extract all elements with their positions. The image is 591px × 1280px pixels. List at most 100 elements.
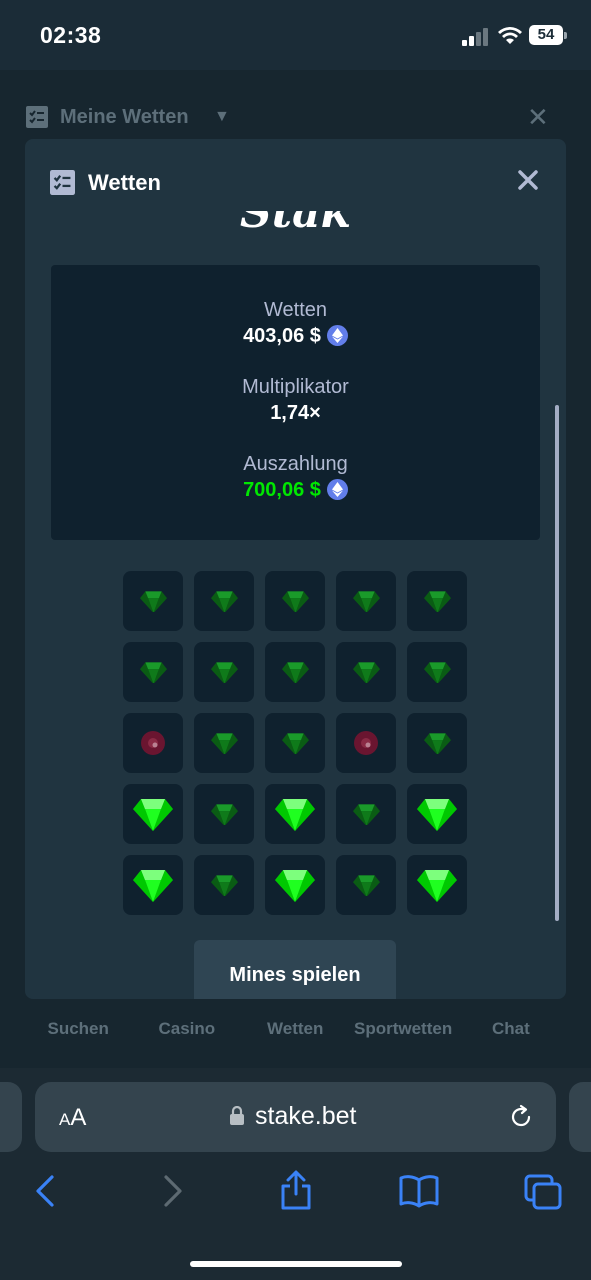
gem-tile-revealed	[265, 855, 325, 915]
gem-icon	[210, 661, 238, 684]
gem-icon	[281, 590, 309, 613]
bet-amount-label: Wetten	[264, 299, 327, 321]
multiplier-label: Multiplikator	[242, 376, 349, 398]
nav-item-wetten[interactable]: Wetten	[267, 1019, 323, 1039]
payout-row: 700,06 $	[51, 479, 540, 502]
nav-item-chat[interactable]: Chat	[492, 1019, 530, 1039]
nav-item-suchen[interactable]: Suchen	[48, 1019, 109, 1039]
gem-icon	[423, 661, 451, 684]
forward-icon[interactable]	[162, 1174, 184, 1208]
reader-settings-button[interactable]: AA	[59, 1104, 86, 1132]
payout-label: Auszahlung	[243, 453, 348, 475]
wifi-icon	[498, 27, 522, 44]
gem-icon	[352, 590, 380, 613]
tabs-icon[interactable]	[524, 1174, 562, 1210]
previous-tab-peek[interactable]	[0, 1082, 22, 1152]
gem-icon	[139, 590, 167, 613]
mine-tile	[336, 713, 396, 773]
gem-tile-revealed	[265, 784, 325, 844]
gem-tile	[265, 571, 325, 631]
gem-icon	[210, 732, 238, 755]
gem-tile	[407, 713, 467, 773]
nav-item-casino[interactable]: Casino	[159, 1019, 216, 1039]
bets-list-icon	[26, 106, 48, 128]
chevron-down-icon[interactable]: ▼	[214, 108, 230, 126]
back-icon[interactable]	[34, 1174, 56, 1208]
gem-icon	[417, 870, 457, 902]
nav-item-sportwetten[interactable]: Sportwetten	[354, 1019, 452, 1039]
bet-summary-panel: Wetten 403,06 $ Multiplikator 1,74× Ausz…	[51, 265, 540, 540]
gem-icon	[133, 870, 173, 902]
gem-icon	[139, 661, 167, 684]
gem-tile	[336, 571, 396, 631]
gem-icon	[210, 874, 238, 897]
gem-icon	[352, 874, 380, 897]
close-icon[interactable]	[516, 168, 540, 192]
gem-icon	[423, 590, 451, 613]
gem-icon	[423, 732, 451, 755]
bet-amount-row: 403,06 $	[51, 325, 540, 348]
gem-tile	[123, 571, 183, 631]
gem-tile	[194, 713, 254, 773]
cellular-signal-icon	[462, 28, 492, 46]
my-bets-title: Meine Wetten	[60, 106, 189, 128]
gem-icon	[417, 799, 457, 831]
bet-details-modal: Wetten Stake Wetten 403,06 $ Multiplikat…	[25, 139, 566, 999]
gem-icon	[210, 803, 238, 826]
mines-grid	[123, 571, 468, 916]
gem-icon	[352, 803, 380, 826]
my-bets-header: Meine Wetten ▼ ✕	[0, 96, 591, 140]
battery-level: 54	[529, 25, 563, 45]
ethereum-icon	[326, 325, 348, 346]
modal-title: Wetten	[88, 170, 161, 195]
gem-tile	[336, 855, 396, 915]
gem-tile	[265, 713, 325, 773]
gem-tile	[265, 642, 325, 702]
gem-tile	[194, 855, 254, 915]
battery-icon: 54	[529, 25, 567, 45]
mine-icon	[141, 731, 165, 755]
gem-tile-revealed	[407, 784, 467, 844]
next-tab-peek[interactable]	[569, 1082, 591, 1152]
mine-tile	[123, 713, 183, 773]
gem-icon	[275, 799, 315, 831]
gem-tile	[194, 784, 254, 844]
gem-tile-revealed	[123, 784, 183, 844]
payout-value: 700,06 $	[243, 479, 321, 501]
gem-tile	[336, 642, 396, 702]
scrollbar[interactable]	[555, 405, 559, 921]
url-text: stake.bet	[255, 1102, 357, 1130]
close-icon[interactable]: ✕	[527, 102, 549, 133]
gem-tile	[407, 571, 467, 631]
stake-logo: Stake	[240, 211, 350, 238]
browser-toolbar: AA stake.bet	[0, 1068, 591, 1280]
share-icon[interactable]	[279, 1170, 313, 1210]
mine-icon	[354, 731, 378, 755]
gem-icon	[133, 799, 173, 831]
gem-icon	[275, 870, 315, 902]
status-bar: 02:38 54	[0, 0, 591, 70]
play-mines-button[interactable]: Mines spielen	[194, 940, 396, 999]
lock-icon	[230, 1106, 244, 1125]
gem-tile	[123, 642, 183, 702]
gem-icon	[210, 590, 238, 613]
status-time: 02:38	[40, 22, 102, 48]
gem-icon	[281, 732, 309, 755]
site-bottom-nav: Suchen Casino Wetten Sportwetten Chat	[0, 999, 591, 1069]
gem-icon	[352, 661, 380, 684]
ethereum-icon	[326, 479, 348, 500]
address-bar[interactable]: AA stake.bet	[35, 1082, 556, 1152]
gem-tile-revealed	[123, 855, 183, 915]
reload-icon[interactable]	[508, 1104, 534, 1130]
gem-tile-revealed	[407, 855, 467, 915]
gem-tile	[407, 642, 467, 702]
bets-list-icon	[50, 170, 75, 195]
home-indicator	[190, 1261, 402, 1267]
gem-tile	[194, 571, 254, 631]
bet-amount-value: 403,06 $	[243, 325, 321, 347]
gem-tile	[194, 642, 254, 702]
bookmarks-icon[interactable]	[399, 1174, 439, 1208]
gem-icon	[281, 661, 309, 684]
multiplier-value: 1,74×	[270, 402, 321, 424]
gem-tile	[336, 784, 396, 844]
